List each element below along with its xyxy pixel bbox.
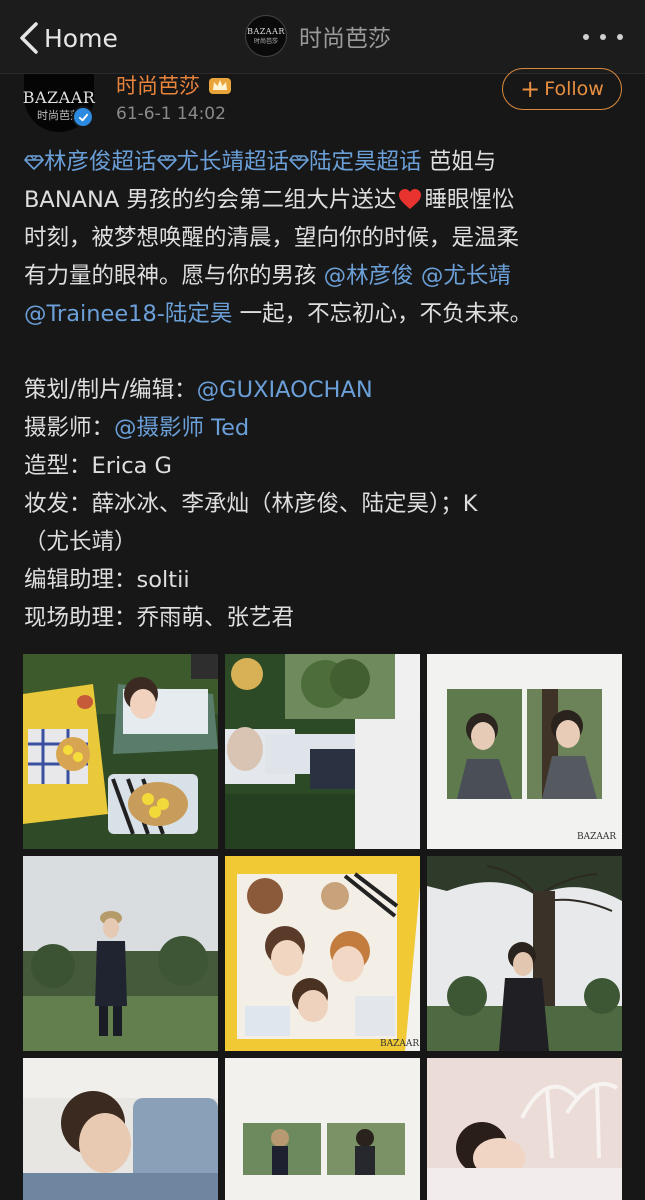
more-options-button[interactable] <box>583 26 623 48</box>
post-line: 林彦俊超话 尤长靖超话 陆定昊超话 芭姐与 <box>24 143 624 181</box>
post-image[interactable]: BAZAAR <box>225 856 420 1051</box>
post-image[interactable] <box>23 1058 218 1200</box>
user-name-text: 时尚芭莎 <box>116 74 200 98</box>
post-text-segment: 一起，不忘初心，不负未来。 <box>232 301 533 327</box>
credit-value: （尤长靖） <box>24 529 137 555</box>
topic-link[interactable]: 林彦俊超话 <box>24 149 157 175</box>
plus-icon: + <box>520 75 541 103</box>
super-topic-diamond-icon <box>24 155 44 170</box>
photo-two-boys-lying: BAZAAR <box>225 856 420 1051</box>
credit-line: （尤长靖） <box>24 523 624 561</box>
photo-arm-portrait <box>23 1058 218 1200</box>
chevron-left-icon <box>20 22 38 54</box>
bazaar-watermark: BAZAAR <box>577 832 616 842</box>
verified-badge-icon <box>72 106 94 128</box>
topic-label: 陆定昊超话 <box>309 149 422 175</box>
super-topic-diamond-icon <box>156 155 177 170</box>
top-nav-bar: Home BAZAAR 时尚芭莎 时尚芭莎 <box>0 0 645 74</box>
post-text-segment: 芭姐与 <box>421 149 497 175</box>
post-image[interactable] <box>225 1058 420 1200</box>
photo-lying-on-grass <box>225 654 420 849</box>
topic-label: 林彦俊超话 <box>44 149 157 175</box>
photo-two-small-frames <box>225 1058 420 1200</box>
mention-link[interactable]: @GUXIAOCHAN <box>197 377 373 403</box>
photo-two-portraits: BAZAAR <box>427 654 622 849</box>
post-line: BANANA 男孩的约会第二组大片送达 睡眼惺忪 <box>24 181 624 219</box>
bazaar-logo-subtext: 时尚芭莎 <box>253 38 278 45</box>
post-text: 林彦俊超话 尤长靖超话 陆定昊超话 芭姐与 BANANA 男孩的约会第二组大片送达 睡… <box>24 143 624 637</box>
credit-line: 妆发：薛冰冰、李承灿（林彦俊、陆定昊）；K <box>24 485 624 523</box>
credit-label: 妆发： <box>24 491 92 517</box>
post-image[interactable] <box>23 856 218 1051</box>
credit-value: 乔雨萌、张艺君 <box>136 605 295 631</box>
post-text-segment: 睡眼惺忪 <box>424 187 515 213</box>
credit-label: 编辑助理： <box>24 567 137 593</box>
photo-bed-portrait <box>427 1058 622 1200</box>
topic-label: 尤长靖超话 <box>176 149 290 175</box>
follow-button[interactable]: + Follow <box>502 68 622 110</box>
nav-avatar: BAZAAR 时尚芭莎 <box>245 15 287 57</box>
back-button[interactable]: Home <box>18 18 118 58</box>
post-text-segment: 时刻，被梦想唤醒的清晨，望向你的时候，是温柔 <box>24 225 520 251</box>
more-dot-icon <box>617 34 623 40</box>
post-timestamp: 61-6-1 14:02 <box>116 104 226 124</box>
mention-link[interactable]: @尤长靖 <box>421 263 511 289</box>
post-image[interactable] <box>427 856 622 1051</box>
credit-line: 造型：Erica G <box>24 447 624 485</box>
post-image[interactable] <box>23 654 218 849</box>
credit-line: 现场助理：乔雨萌、张艺君 <box>24 599 624 637</box>
post-line: @Trainee18-陆定昊 一起，不忘初心，不负未来。 <box>24 295 624 333</box>
credit-value: Erica G <box>91 453 172 479</box>
more-dot-icon <box>583 34 589 40</box>
heart-emoji-icon <box>399 189 422 209</box>
user-name[interactable]: 时尚芭莎 <box>116 70 232 100</box>
post-text-segment: 有力量的眼神。愿与你的男孩 <box>24 263 324 289</box>
credit-value: soltii <box>136 567 190 593</box>
more-dot-icon <box>600 34 606 40</box>
photo-tree-portrait <box>427 856 622 1051</box>
follow-label: Follow <box>544 78 604 100</box>
credit-label: 造型： <box>24 453 92 479</box>
post-image[interactable]: BAZAAR <box>427 654 622 849</box>
nav-account[interactable]: BAZAAR 时尚芭莎 时尚芭莎 <box>245 15 391 57</box>
credit-label: 摄影师： <box>24 415 115 441</box>
credit-label: 策划/制片/编辑： <box>24 377 197 403</box>
topic-link[interactable]: 尤长靖超话 <box>156 149 290 175</box>
avatar-logo-text: BAZAAR <box>22 87 96 107</box>
mention-link[interactable]: @摄影师 Ted <box>114 415 249 441</box>
credit-line: 编辑助理：soltii <box>24 561 624 599</box>
topic-link[interactable]: 陆定昊超话 <box>289 149 422 175</box>
mention-link[interactable]: @林彦俊 <box>324 263 414 289</box>
post-image[interactable] <box>427 1058 622 1200</box>
post-text-segment: BANANA 男孩的约会第二组大片送达 <box>24 187 397 213</box>
photo-picnic <box>23 654 218 849</box>
bazaar-logo-text: BAZAAR <box>247 27 285 36</box>
post-line: 有力量的眼神。愿与你的男孩 @林彦俊 @尤长靖 <box>24 257 624 295</box>
nav-title: 时尚芭莎 <box>299 26 391 52</box>
image-grid: BAZAAR BAZAAR <box>23 654 622 1200</box>
photo-standing-lawn <box>23 856 218 1051</box>
credit-line: 策划/制片/编辑：@GUXIAOCHAN <box>24 371 624 409</box>
super-topic-diamond-icon <box>289 155 309 170</box>
mention-link[interactable]: @Trainee18-陆定昊 <box>24 301 232 327</box>
post-line: 时刻，被梦想唤醒的清晨，望向你的时候，是温柔 <box>24 219 624 257</box>
credit-label: 现场助理： <box>24 605 137 631</box>
credit-value: 薛冰冰、李承灿（林彦俊、陆定昊）；K <box>91 491 478 517</box>
post-header: BAZAAR 时尚芭莎 时尚芭莎 61-6-1 14:02 + Follow <box>0 68 645 140</box>
bazaar-watermark: BAZAAR <box>380 1039 419 1049</box>
post-image[interactable] <box>225 654 420 849</box>
back-label: Home <box>44 23 118 53</box>
credit-line: 摄影师：@摄影师 Ted <box>24 409 624 447</box>
crown-icon <box>209 78 231 94</box>
